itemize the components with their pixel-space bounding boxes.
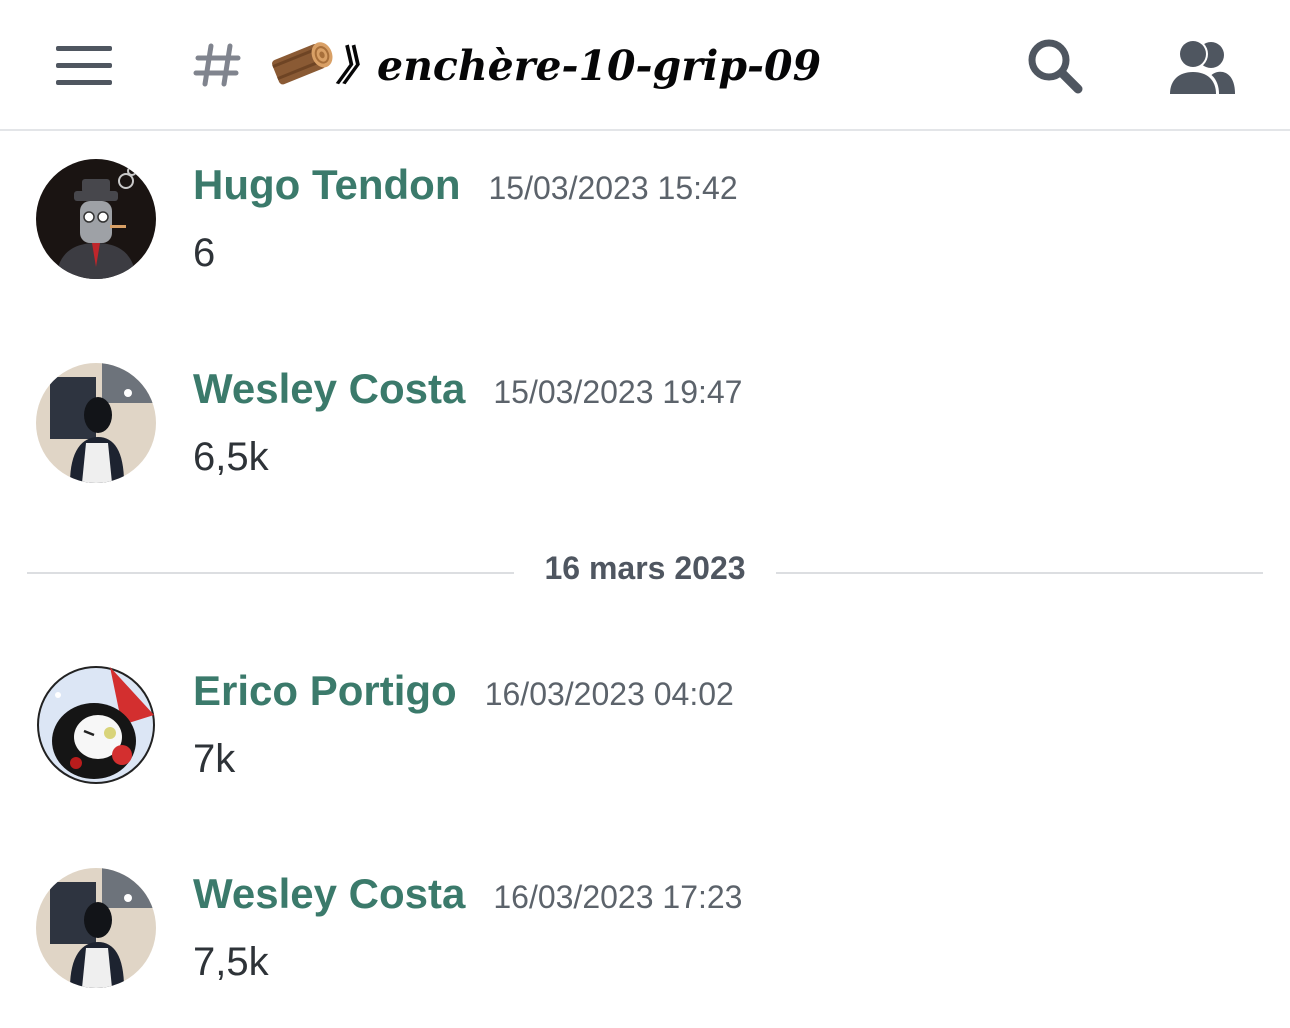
message-item: Wesley Costa 15/03/2023 19:47 6,5k (0, 363, 1290, 493)
avatar[interactable] (36, 868, 156, 988)
message-content: 6 (193, 231, 216, 275)
message-item: Hugo Tendon 15/03/2023 15:42 6 (0, 159, 1290, 289)
search-icon[interactable] (1022, 35, 1088, 95)
message-content: 7k (193, 737, 236, 781)
channel-header: 》enchère-10-grip-09 (0, 0, 1290, 131)
username[interactable]: Hugo Tendon (193, 161, 460, 209)
members-icon[interactable] (1165, 38, 1235, 94)
message-content: 7,5k (193, 940, 269, 984)
username[interactable]: Erico Portigo (193, 667, 457, 715)
avatar[interactable] (36, 665, 156, 785)
message-item: Erico Portigo 16/03/2023 04:02 7k (0, 665, 1290, 795)
timestamp: 16/03/2023 17:23 (493, 879, 743, 915)
hamburger-menu-icon[interactable] (56, 46, 112, 86)
timestamp: 15/03/2023 15:42 (488, 170, 738, 206)
hash-icon (193, 43, 241, 87)
avatar[interactable] (36, 363, 156, 483)
username[interactable]: Wesley Costa (193, 870, 465, 918)
log-emoji-icon (272, 42, 333, 85)
message-item: Wesley Costa 16/03/2023 17:23 7,5k (0, 868, 1290, 998)
avatar[interactable] (36, 159, 156, 279)
timestamp: 16/03/2023 04:02 (484, 676, 734, 712)
date-divider: 16 mars 2023 (27, 550, 1263, 598)
divider-date: 16 mars 2023 (544, 550, 746, 586)
timestamp: 15/03/2023 19:47 (493, 374, 743, 410)
channel-name: 》enchère-10-grip-09 (336, 42, 822, 90)
message-content: 6,5k (193, 435, 269, 479)
username[interactable]: Wesley Costa (193, 365, 465, 413)
